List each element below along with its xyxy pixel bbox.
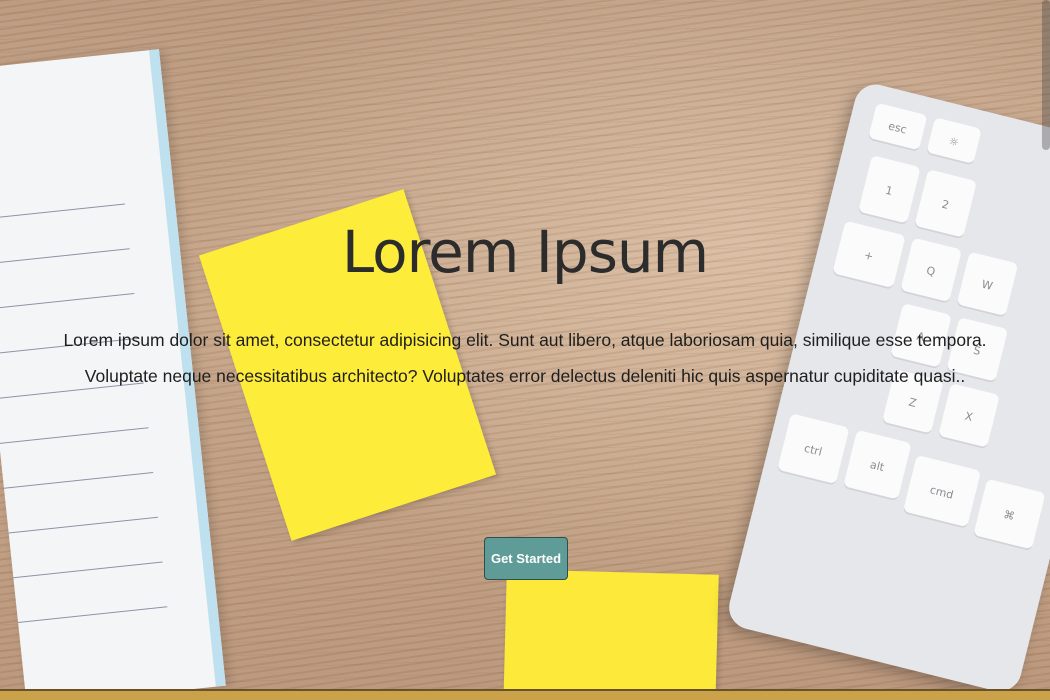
keyboard-key: ctrl: [776, 413, 850, 487]
keyboard-key: ☼: [926, 117, 982, 166]
keyboard-key: 1: [857, 155, 921, 226]
keyboard-key: cmd: [902, 454, 982, 530]
hero-title: Lorem Ipsum: [341, 218, 709, 286]
hero-description: Lorem ipsum dolor sit amet, consectetur …: [63, 330, 987, 386]
sticky-note-image: [503, 569, 719, 700]
scrollbar-thumb[interactable]: [1042, 0, 1050, 150]
get-started-button[interactable]: Get Started: [484, 537, 568, 580]
keyboard-key: esc: [867, 102, 928, 153]
footer-bar: [0, 689, 1050, 700]
keyboard-key: ⌘: [972, 478, 1046, 552]
keyboard-key: alt: [842, 429, 912, 502]
